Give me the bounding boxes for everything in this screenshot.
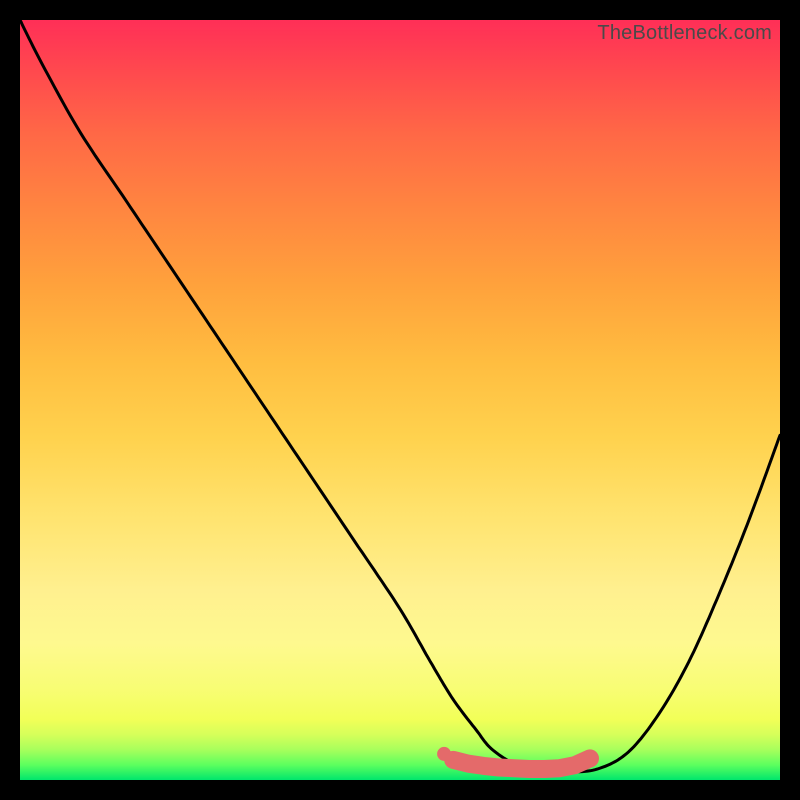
optimal-range-markers: [437, 747, 590, 769]
attribution-text: TheBottleneck.com: [597, 22, 772, 45]
bottleneck-curve: [20, 20, 780, 772]
chart-svg: [20, 20, 780, 780]
optimal-range-start-dot: [437, 747, 451, 761]
optimal-range-line: [453, 758, 590, 769]
chart-frame: TheBottleneck.com: [20, 20, 780, 780]
